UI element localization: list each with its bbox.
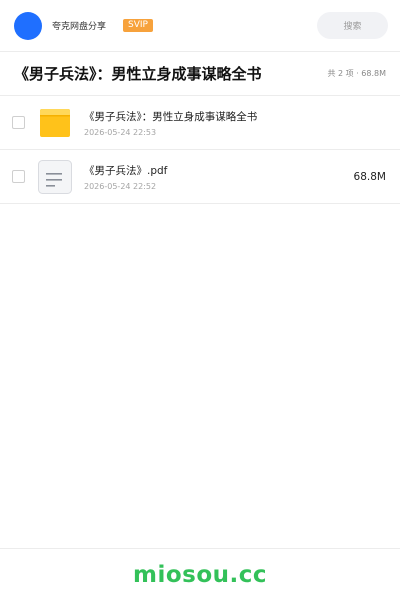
file-row-folder[interactable]: 《男子兵法》：男性立身成事谋略全书 2026-05-24 22:53 [0,96,400,150]
share-summary: 共 2 项 · 68.8M [327,69,386,78]
watermark-text: miosou.cc [132,561,268,588]
search-button[interactable]: 搜索 [317,12,388,39]
row-checkbox[interactable] [12,170,25,183]
document-icon [38,159,72,194]
file-date: 2026-05-24 22:53 [84,127,157,137]
share-title-row: 《男子兵法》：男性立身成事谋略全书 共 2 项 · 68.8M [0,52,400,96]
file-list: 《男子兵法》：男性立身成事谋略全书 2026-05-24 22:53 《男子兵法… [0,96,400,204]
search-placeholder: 搜索 [343,22,362,32]
folder-icon [38,106,72,140]
page-title: 《男子兵法》：男性立身成事谋略全书 [14,65,262,83]
file-size: 68.8M [353,170,386,183]
file-info: 《男子兵法》：男性立身成事谋略全书 2026-05-24 22:53 [84,109,257,137]
file-name: 《男子兵法》.pdf [84,164,168,177]
file-date: 2026-05-24 22:52 [84,181,157,191]
row-checkbox[interactable] [12,116,25,129]
avatar[interactable] [14,11,42,40]
svip-badge: SVIP [123,19,153,32]
file-info: 《男子兵法》.pdf 2026-05-24 22:52 [84,163,167,191]
file-row-pdf[interactable]: 《男子兵法》.pdf 2026-05-24 22:52 68.8M [0,150,400,204]
footer: miosou.cc [0,548,400,600]
app-name: 夸克网盘分享 [52,22,107,32]
file-name: 《男子兵法》：男性立身成事谋略全书 [84,110,258,123]
app-header: 夸克网盘分享 SVIP 搜索 [0,0,400,52]
